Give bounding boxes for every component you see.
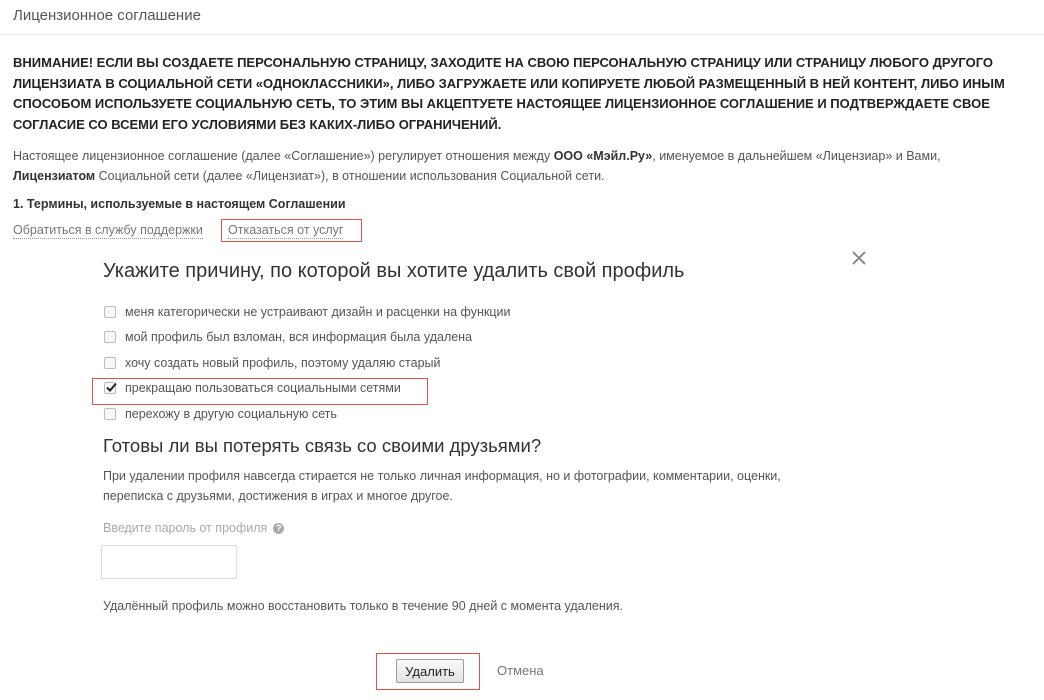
reason-checkbox[interactable] <box>104 408 116 420</box>
intro-text-3: Социальной сети (далее «Лицензиат»), в о… <box>95 169 605 183</box>
reason-option[interactable]: прекращаю пользоваться социальными сетям… <box>104 379 401 397</box>
friends-warning-description: При удалении профиля навсегда стирается … <box>103 469 781 503</box>
intro-company: ООО «Мэйл.Ру» <box>553 149 653 163</box>
reason-label: хочу создать новый профиль, поэтому удал… <box>125 356 441 370</box>
checkmark-icon <box>106 382 117 392</box>
restore-note: Удалённый профиль можно восстановить тол… <box>103 599 623 613</box>
reason-checkbox[interactable] <box>104 306 116 318</box>
reason-option[interactable]: хочу создать новый профиль, поэтому удал… <box>104 354 441 372</box>
dialog-title: Укажите причину, по которой вы хотите уд… <box>103 260 685 282</box>
agreement-intro: Настоящее лицензионное соглашение (далее… <box>13 146 1003 186</box>
intro-licensee: Лицензиатом <box>13 169 96 183</box>
reason-checkbox-checked[interactable] <box>104 382 117 394</box>
page-title: Лицензионное соглашение <box>13 7 201 24</box>
section-heading: 1. Термины, используемые в настоящем Сог… <box>13 197 346 211</box>
reason-label: мой профиль был взломан, вся информация … <box>125 330 473 344</box>
reason-checkbox[interactable] <box>104 357 116 369</box>
password-input[interactable] <box>101 545 237 579</box>
reason-label: меня категорически не устраивают дизайн … <box>125 305 511 319</box>
reason-option[interactable]: мой профиль был взломан, вся информация … <box>104 328 472 346</box>
header-bar: Лицензионное соглашение <box>0 0 1044 35</box>
reason-option[interactable]: перехожу в другую социальную сеть <box>104 405 337 423</box>
reason-option[interactable]: меня категорически не устраивают дизайн … <box>104 303 510 321</box>
help-icon[interactable]: ? <box>273 522 285 534</box>
close-icon[interactable] <box>849 248 869 268</box>
reason-checkbox[interactable] <box>104 331 116 343</box>
friends-warning-title: Готовы ли вы потерять связь со своими др… <box>103 435 542 456</box>
intro-text-2: , именуемое в дальнейшем «Лицензиар» и В… <box>652 149 941 163</box>
support-link[interactable]: Обратиться в службу поддержки <box>13 222 203 239</box>
intro-text-1: Настоящее лицензионное соглашение (далее… <box>13 149 554 163</box>
agreement-warning: ВНИМАНИЕ! ЕСЛИ ВЫ СОЗДАЕТЕ ПЕРСОНАЛЬНУЮ … <box>13 55 1005 132</box>
cancel-link[interactable]: Отмена <box>497 663 544 678</box>
refuse-services-link[interactable]: Отказаться от услуг <box>228 222 344 239</box>
password-label-text: Введите пароль от профиля <box>103 521 268 535</box>
reason-label: перехожу в другую социальную сеть <box>125 407 337 421</box>
reason-label: прекращаю пользоваться социальными сетям… <box>125 381 401 395</box>
password-label: Введите пароль от профиля ? <box>103 521 285 535</box>
delete-button[interactable]: Удалить <box>396 659 464 683</box>
